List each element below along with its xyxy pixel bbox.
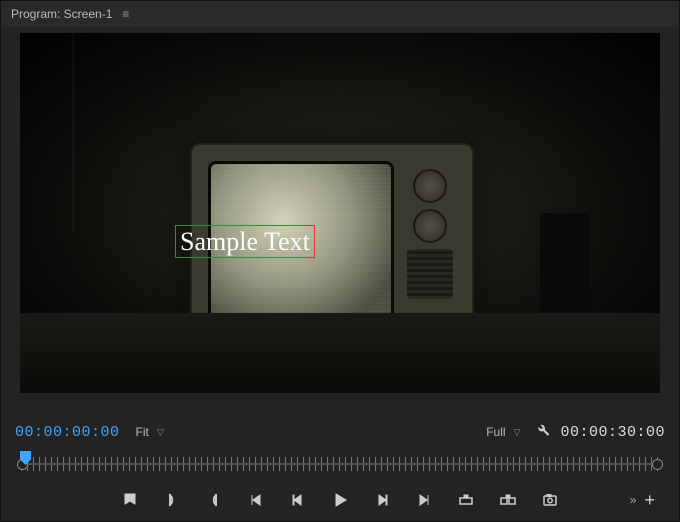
mark-in-button[interactable] bbox=[162, 490, 182, 510]
quality-dropdown[interactable]: Full ▽ bbox=[480, 423, 526, 441]
title-text-overlay[interactable]: Sample Text bbox=[175, 225, 315, 258]
info-row: 00:00:00:00 Fit ▽ Full ▽ 00:00:30:00 bbox=[15, 417, 665, 447]
current-timecode[interactable]: 00:00:00:00 bbox=[15, 424, 120, 441]
scene-tv-knob bbox=[413, 209, 447, 243]
ruler-track bbox=[21, 463, 659, 465]
zoom-dropdown[interactable]: Fit ▽ bbox=[130, 423, 170, 441]
mark-out-button[interactable] bbox=[204, 490, 224, 510]
step-forward-button[interactable] bbox=[372, 490, 392, 510]
program-monitor-panel: Program: Screen-1 ≡ Sample Text bbox=[0, 0, 680, 522]
more-buttons-icon[interactable]: » bbox=[630, 493, 637, 507]
scene-tv-controls bbox=[402, 163, 458, 333]
duration-timecode[interactable]: 00:00:30:00 bbox=[560, 424, 665, 441]
zoom-dropdown-label: Fit bbox=[136, 425, 149, 439]
go-to-out-button[interactable] bbox=[414, 490, 434, 510]
scene-tv-knob bbox=[413, 169, 447, 203]
go-to-in-button[interactable] bbox=[246, 490, 266, 510]
button-editor-plus-icon[interactable]: + bbox=[644, 490, 655, 511]
export-frame-button[interactable] bbox=[540, 490, 560, 510]
button-editor-area: » + bbox=[630, 490, 655, 511]
lift-button[interactable] bbox=[456, 490, 476, 510]
settings-wrench-icon[interactable] bbox=[536, 423, 550, 442]
ruler-end-handle[interactable] bbox=[652, 459, 663, 470]
scene-tv-grille bbox=[407, 249, 453, 299]
monitor-controls: 00:00:00:00 Fit ▽ Full ▽ 00:00:30:00 bbox=[1, 413, 679, 521]
play-button[interactable] bbox=[330, 490, 350, 510]
panel-header: Program: Screen-1 ≡ bbox=[1, 1, 679, 27]
step-back-button[interactable] bbox=[288, 490, 308, 510]
scene-floor bbox=[20, 313, 660, 393]
panel-menu-icon[interactable]: ≡ bbox=[122, 7, 129, 21]
monitor-viewport[interactable]: Sample Text bbox=[20, 33, 660, 393]
monitor-viewport-wrap: Sample Text bbox=[1, 27, 679, 413]
scene-wall-edge bbox=[72, 33, 74, 233]
video-frame-background bbox=[20, 33, 660, 393]
extract-button[interactable] bbox=[498, 490, 518, 510]
add-marker-button[interactable] bbox=[120, 490, 140, 510]
quality-dropdown-label: Full bbox=[486, 425, 505, 439]
transport-bar: » + bbox=[15, 479, 665, 521]
chevron-down-icon: ▽ bbox=[514, 427, 521, 438]
time-ruler[interactable] bbox=[15, 449, 665, 479]
panel-title: Program: Screen-1 bbox=[11, 7, 112, 21]
chevron-down-icon: ▽ bbox=[157, 427, 164, 438]
